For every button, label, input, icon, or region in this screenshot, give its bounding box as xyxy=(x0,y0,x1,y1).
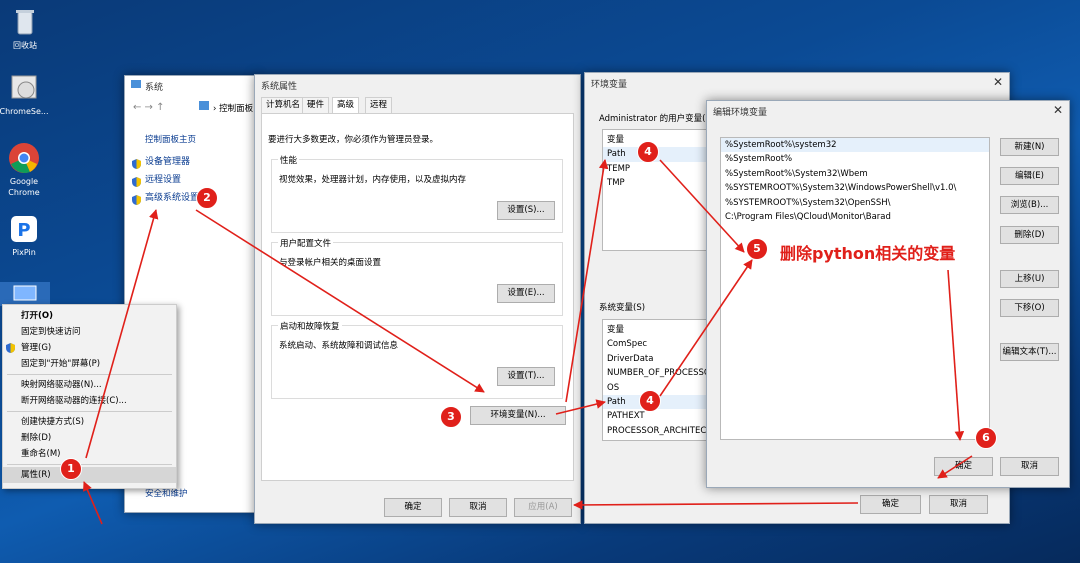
step-badge-4-system: 4 xyxy=(639,390,661,412)
arrow-to-system-path xyxy=(555,399,606,415)
step-badge-2: 2 xyxy=(196,187,218,209)
step-badge-4: 4 xyxy=(637,141,659,163)
step-badge-5: 5 xyxy=(746,238,768,260)
arrow-to-env-button xyxy=(195,209,485,393)
annotation-arrows xyxy=(82,159,973,525)
arrow-to-ok xyxy=(947,269,965,441)
arrow-to-user-path xyxy=(565,159,609,403)
arrow-step-1 xyxy=(82,481,103,525)
step-badge-6: 6 xyxy=(975,427,997,449)
annotation-note: 删除python相关的变量 xyxy=(780,244,956,263)
step-badge-3: 3 xyxy=(440,406,462,428)
arrow-to-sysprops-ok xyxy=(573,500,859,510)
arrow-to-advanced xyxy=(85,209,159,459)
arrow-system-path-to-edit xyxy=(659,259,753,397)
arrow-ok-down xyxy=(937,455,973,479)
step-badge-1: 1 xyxy=(60,458,82,480)
arrow-user-path-to-edit xyxy=(659,159,745,253)
